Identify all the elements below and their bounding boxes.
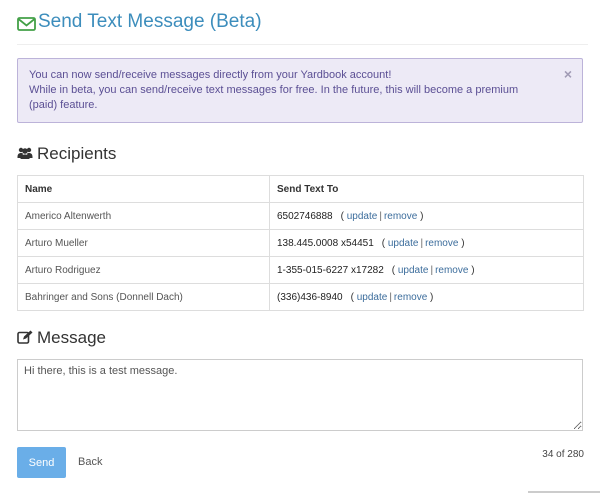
recipient-phone-cell: 138.445.0008 x54451 ( update | remove ) [269, 229, 584, 257]
divider [528, 491, 600, 493]
remove-link[interactable]: remove [384, 211, 417, 222]
remove-link[interactable]: remove [425, 238, 458, 249]
recipient-name: Americo Altenwerth [17, 202, 270, 230]
close-alert-button[interactable]: × [564, 67, 572, 81]
page-header: Send Text Message (Beta) [17, 10, 588, 45]
table-row: Bahringer and Sons (Donnell Dach) (336)4… [17, 283, 584, 311]
send-button[interactable]: Send [17, 447, 66, 478]
recipient-actions: ( update | remove ) [381, 237, 465, 249]
recipient-phone: 6502746888 [277, 210, 333, 222]
beta-info-alert: You can now send/receive messages direct… [17, 58, 583, 123]
update-link[interactable]: update [357, 292, 388, 303]
remove-link[interactable]: remove [435, 265, 468, 276]
table-header-row: Name Send Text To [17, 175, 584, 203]
update-link[interactable]: update [398, 265, 429, 276]
alert-line: While in beta, you can send/receive text… [29, 84, 519, 111]
recipient-phone: 1-355-015-6227 x17282 [277, 264, 384, 276]
back-link[interactable]: Back [78, 456, 102, 468]
alert-line: You can now send/receive messages direct… [29, 69, 392, 81]
recipients-table: Name Send Text To Americo Altenwerth 650… [17, 175, 584, 311]
recipient-name: Arturo Mueller [17, 229, 270, 257]
message-textarea[interactable]: Hi there, this is a test message. [17, 359, 583, 431]
recipient-phone-cell: 6502746888 ( update | remove ) [269, 202, 584, 230]
table-row: Arturo Rodriguez 1-355-015-6227 x17282 ( … [17, 256, 584, 284]
column-header-send-to: Send Text To [269, 175, 584, 203]
table-row: Americo Altenwerth 6502746888 ( update | re… [17, 202, 584, 230]
recipients-title: Recipients [37, 144, 117, 163]
recipient-actions: ( update | remove ) [340, 210, 424, 222]
column-header-name: Name [17, 175, 270, 203]
envelope-icon [17, 17, 36, 31]
edit-icon [17, 330, 33, 344]
recipients-heading: Recipients [17, 144, 116, 164]
alert-message: You can now send/receive messages direct… [29, 68, 544, 113]
page-title: Send Text Message (Beta) [38, 11, 262, 32]
message-title: Message [37, 328, 106, 347]
message-heading: Message [17, 328, 106, 348]
users-icon [17, 147, 33, 159]
recipient-phone: (336)436-8940 [277, 291, 343, 303]
recipient-phone-cell: 1-355-015-6227 x17282 ( update | remove ) [269, 256, 584, 284]
recipient-phone-cell: (336)436-8940 ( update | remove ) [269, 283, 584, 311]
recipient-actions: ( update | remove ) [350, 291, 434, 303]
remove-link[interactable]: remove [394, 292, 427, 303]
recipient-actions: ( update | remove ) [391, 264, 475, 276]
character-count: 34 of 280 [542, 449, 584, 460]
update-link[interactable]: update [347, 211, 378, 222]
recipient-name: Arturo Rodriguez [17, 256, 270, 284]
update-link[interactable]: update [388, 238, 419, 249]
table-row: Arturo Mueller 138.445.0008 x54451 ( upda… [17, 229, 584, 257]
recipient-phone: 138.445.0008 x54451 [277, 237, 374, 249]
recipient-name: Bahringer and Sons (Donnell Dach) [17, 283, 270, 311]
